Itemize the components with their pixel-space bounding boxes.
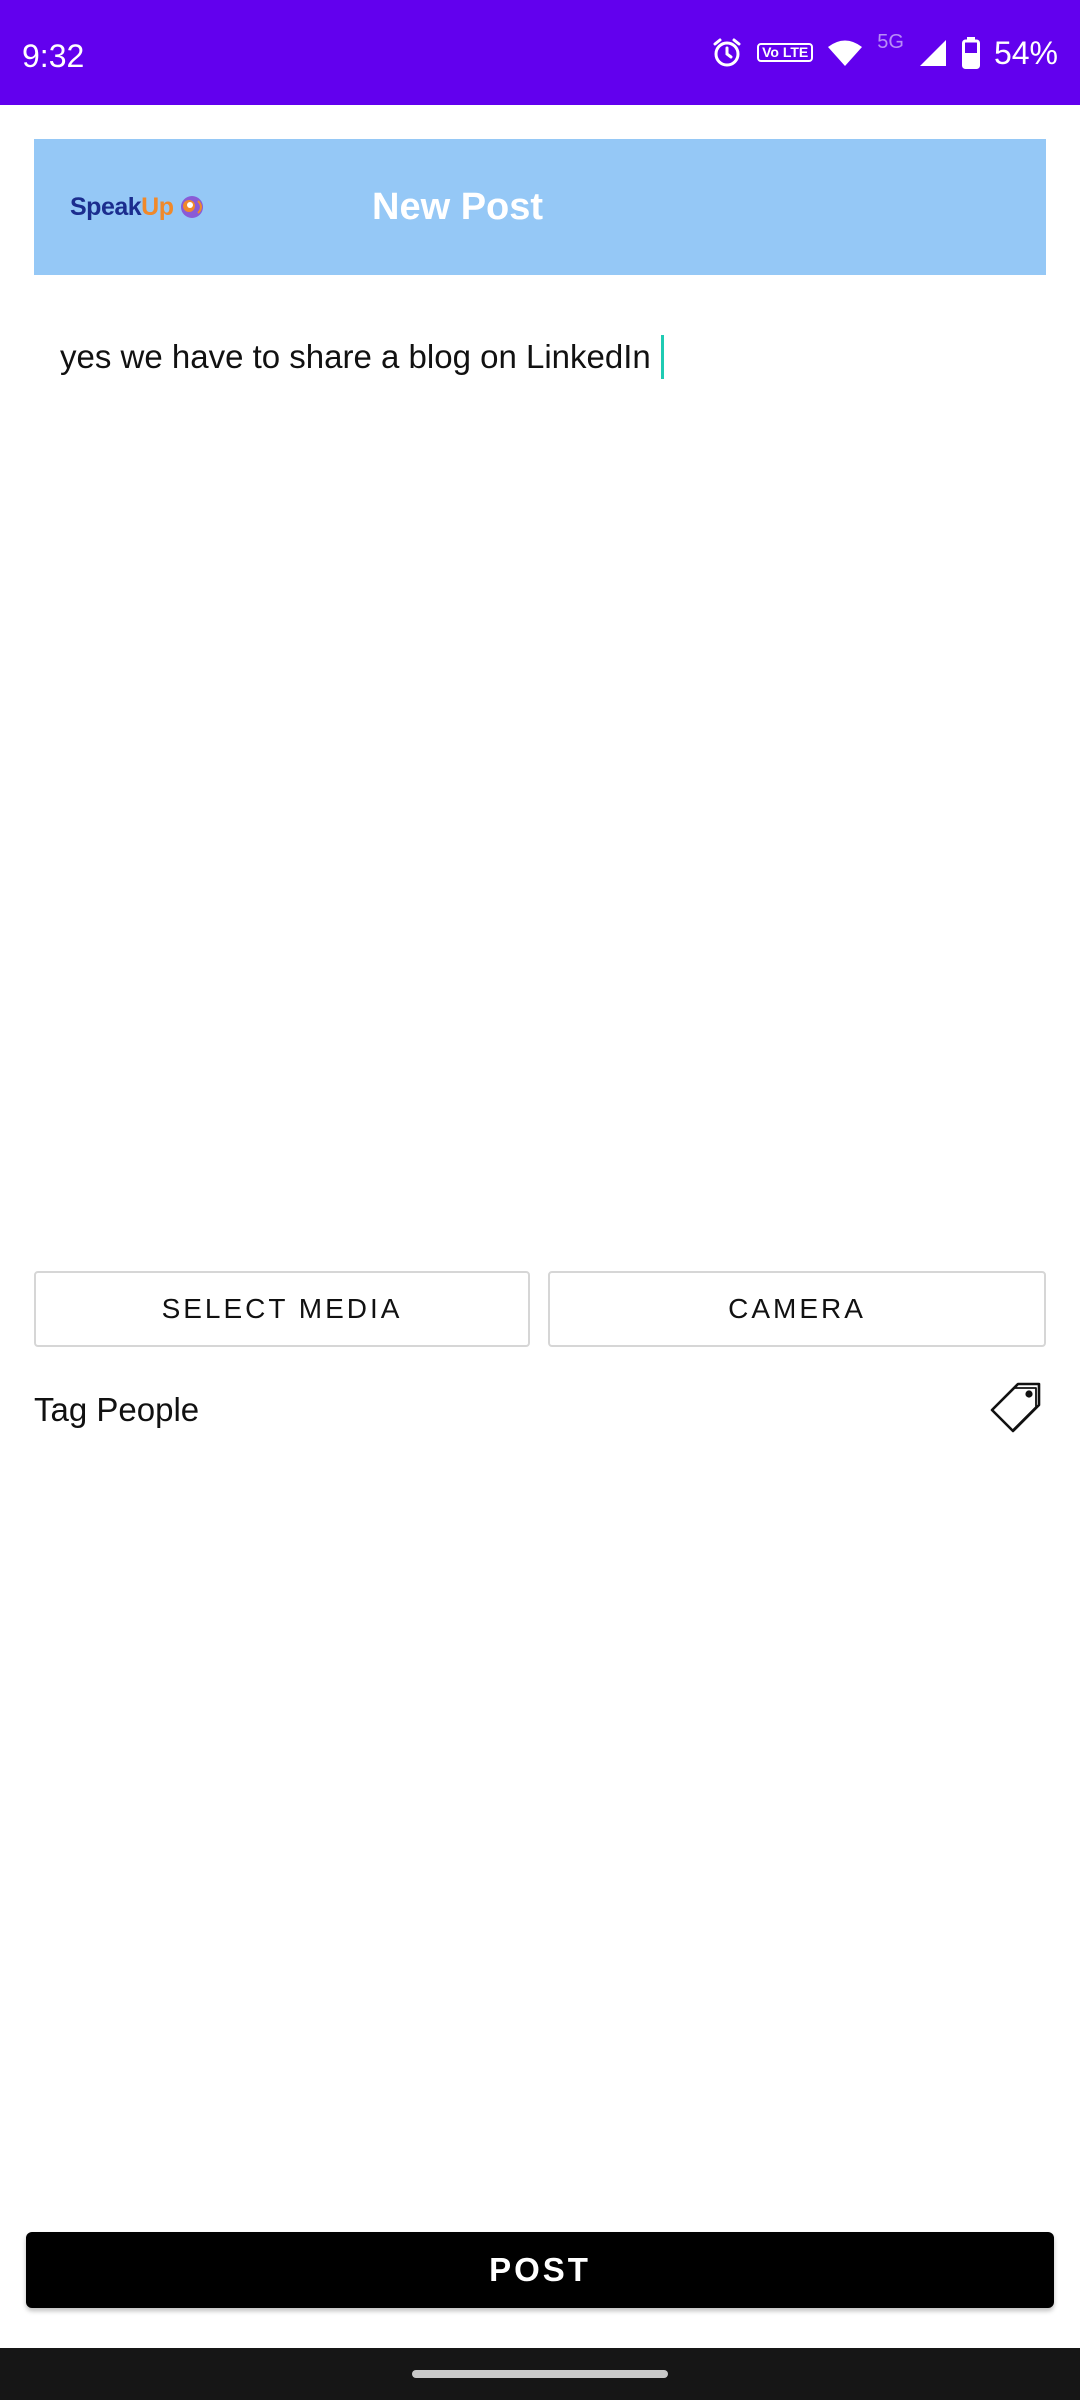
system-nav-bar xyxy=(0,2348,1080,2400)
alarm-icon xyxy=(713,38,741,66)
battery-percent: 54% xyxy=(993,34,1058,71)
logo-text-speak: Speak xyxy=(70,192,142,221)
status-time: 9:32 xyxy=(22,38,85,74)
logo-mark-icon xyxy=(180,196,203,218)
post-button[interactable]: POST xyxy=(26,2232,1054,2308)
wifi-icon xyxy=(828,40,863,66)
logo-text-up: Up xyxy=(141,192,174,221)
signal-icon xyxy=(919,39,946,66)
status-bar: 9:32 Vo LTE 5G 54% xyxy=(0,0,1080,105)
volte-icon: Vo LTE xyxy=(757,43,814,62)
tag-icon[interactable] xyxy=(988,1380,1044,1436)
text-caret xyxy=(660,335,664,379)
status-icons: Vo LTE 5G 54% xyxy=(711,0,1058,105)
app-header: Speak Up New Post xyxy=(34,139,1046,275)
select-media-button[interactable]: SELECT MEDIA xyxy=(34,1271,530,1347)
battery-icon xyxy=(961,36,980,69)
network-type: 5G xyxy=(877,31,904,53)
speakup-logo: Speak Up xyxy=(70,191,206,223)
tag-people-label[interactable]: Tag People xyxy=(34,1388,199,1432)
home-gesture-handle[interactable] xyxy=(412,2370,668,2378)
camera-button[interactable]: CAMERA xyxy=(548,1271,1046,1347)
post-text-input[interactable]: yes we have to share a blog on LinkedIn xyxy=(60,334,1020,380)
post-text-value: yes we have to share a blog on LinkedIn xyxy=(60,338,651,375)
page-title: New Post xyxy=(372,186,544,228)
